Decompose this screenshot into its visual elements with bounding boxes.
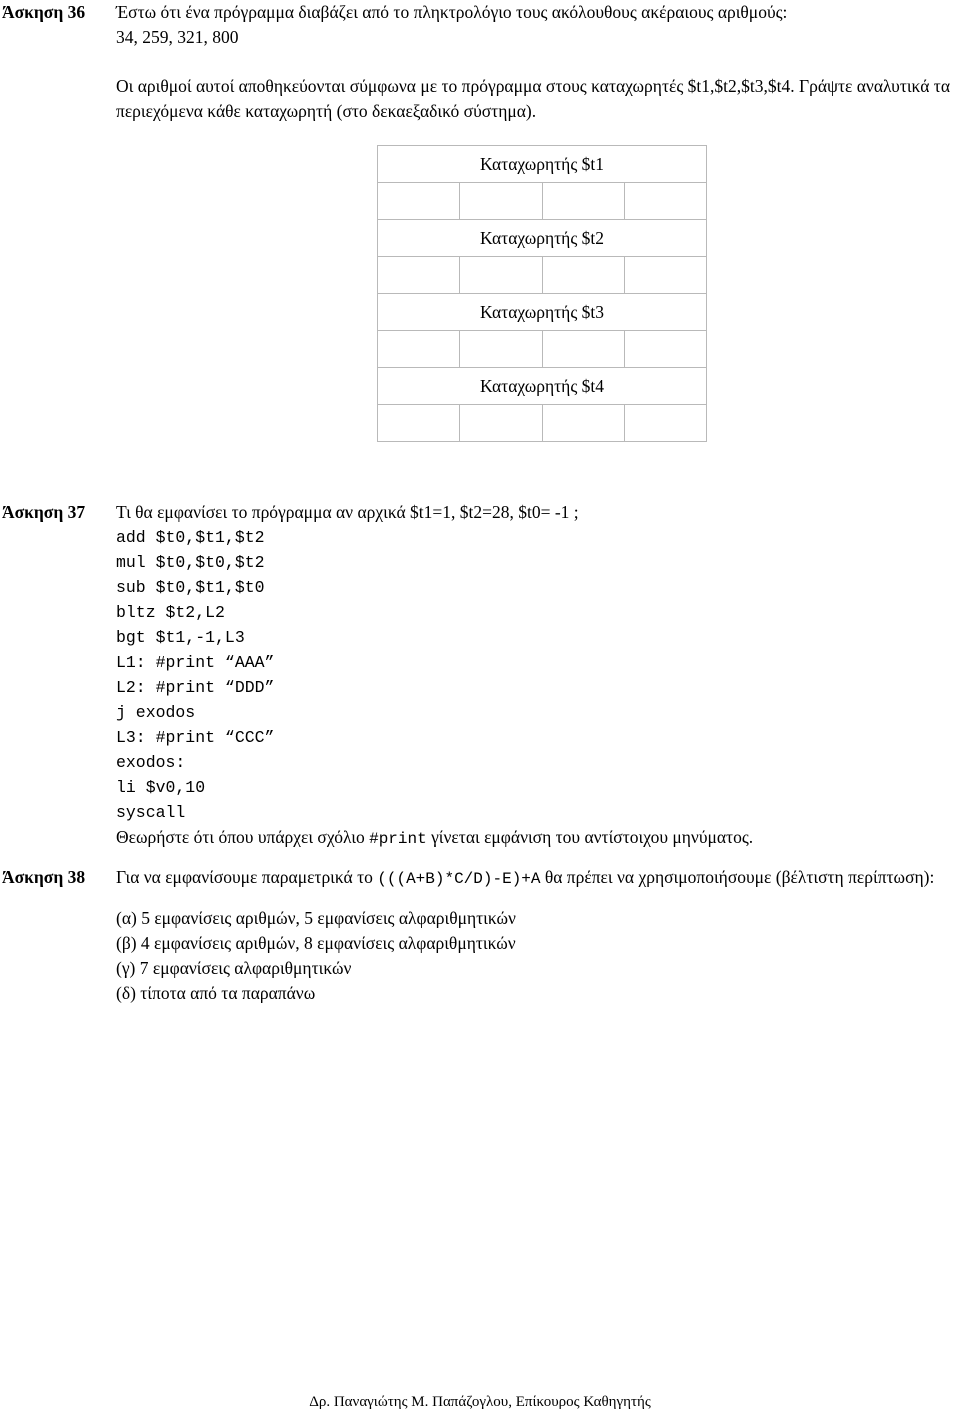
table-row	[376, 256, 708, 294]
register-cell[interactable]	[623, 404, 708, 442]
prompt-text-after: θα πρέπει να χρησιμοποιήσουμε (βέλτιστη …	[540, 867, 935, 887]
table-row: Καταχωρητής $t2	[377, 219, 707, 257]
register-table-container: Καταχωρητής $t1 Καταχωρητής $t2 Καταχωρη…	[376, 145, 960, 442]
exercise-37-note: Θεωρήστε ότι όπου υπάρχει σχόλιο #print …	[116, 825, 950, 852]
exercise-36: Άσκηση 36 Έστω ότι ένα πρόγραμμα διαβάζε…	[0, 0, 960, 124]
register-cell[interactable]	[541, 256, 625, 294]
choice-beta[interactable]: (β) 4 εμφανίσεις αριθμών, 8 εμφανίσεις α…	[116, 931, 950, 956]
table-row	[376, 404, 708, 442]
register-cell[interactable]	[623, 330, 708, 368]
register-cell[interactable]	[376, 182, 461, 220]
exercise-36-numbers: 34, 259, 321, 800	[116, 27, 239, 47]
register-header-t4: Καταχωρητής $t4	[377, 367, 707, 405]
exercise-37-body: Τι θα εμφανίσει το πρόγραμμα αν αρχικά $…	[116, 500, 960, 852]
exercise-38-body: Για να εμφανίσουμε παραμετρικά το (((A+B…	[116, 865, 960, 1006]
exercise-38-prompt: Για να εμφανίσουμε παραμετρικά το (((A+B…	[116, 865, 950, 892]
exercise-38-choices: (α) 5 εμφανίσεις αριθμών, 5 εμφανίσεις α…	[116, 906, 950, 1006]
register-header-t3: Καταχωρητής $t3	[377, 293, 707, 331]
exercise-36-description: Οι αριθμοί αυτοί αποθηκεύονται σύμφωνα μ…	[116, 76, 950, 121]
exercise-36-intro: Έστω ότι ένα πρόγραμμα διαβάζει από το π…	[116, 2, 788, 22]
register-cell[interactable]	[459, 182, 543, 220]
register-cell[interactable]	[541, 182, 625, 220]
exercise-37: Άσκηση 37 Τι θα εμφανίσει το πρόγραμμα α…	[0, 500, 960, 852]
register-cell[interactable]	[459, 404, 543, 442]
exercise-36-label: Άσκηση 36	[2, 2, 86, 22]
exercise-36-body: Έστω ότι ένα πρόγραμμα διαβάζει από το π…	[116, 0, 960, 124]
choice-alpha[interactable]: (α) 5 εμφανίσεις αριθμών, 5 εμφανίσεις α…	[116, 906, 950, 931]
register-header-t1: Καταχωρητής $t1	[377, 145, 707, 183]
note-print-directive: #print	[369, 830, 427, 848]
register-table: Καταχωρητής $t1 Καταχωρητής $t2 Καταχωρη…	[376, 145, 708, 442]
prompt-text-before: Για να εμφανίσουμε παραμετρικά το	[116, 867, 378, 887]
table-row: Καταχωρητής $t1	[377, 145, 707, 183]
register-header-t2: Καταχωρητής $t2	[377, 219, 707, 257]
note-text-before: Θεωρήστε ότι όπου υπάρχει σχόλιο	[116, 827, 370, 847]
register-cell[interactable]	[376, 330, 461, 368]
exercise-38: Άσκηση 38 Για να εμφανίσουμε παραμετρικά…	[0, 865, 960, 1006]
register-cell[interactable]	[541, 330, 625, 368]
table-row: Καταχωρητής $t3	[377, 293, 707, 331]
exercise-38-label: Άσκηση 38	[2, 867, 86, 887]
choice-delta[interactable]: (δ) τίποτα από τα παραπάνω	[116, 981, 950, 1006]
register-cell[interactable]	[541, 404, 625, 442]
exercise-37-label: Άσκηση 37	[2, 502, 86, 522]
document-page: Άσκηση 36 Έστω ότι ένα πρόγραμμα διαβάζε…	[0, 0, 960, 1425]
note-text-after: γίνεται εμφάνιση του αντίστοιχου μηνύματ…	[426, 827, 754, 847]
exercise-37-question: Τι θα εμφανίσει το πρόγραμμα αν αρχικά $…	[116, 502, 579, 522]
arithmetic-expression: (((A+B)*C/D)-E)+A	[377, 870, 541, 888]
register-cell[interactable]	[623, 256, 708, 294]
table-row: Καταχωρητής $t4	[377, 367, 707, 405]
register-cell[interactable]	[376, 404, 461, 442]
choice-gamma[interactable]: (γ) 7 εμφανίσεις αλφαριθμητικών	[116, 956, 950, 981]
table-row	[376, 182, 708, 220]
register-cell[interactable]	[623, 182, 708, 220]
table-row	[376, 330, 708, 368]
register-cell[interactable]	[459, 330, 543, 368]
page-footer: Δρ. Παναγιώτης Μ. Παπάζογλου, Επίκουρος …	[309, 1394, 651, 1410]
register-cell[interactable]	[376, 256, 461, 294]
exercise-37-code: add $t0,$t1,$t2 mul $t0,$t0,$t2 sub $t0,…	[116, 528, 275, 822]
register-cell[interactable]	[459, 256, 543, 294]
